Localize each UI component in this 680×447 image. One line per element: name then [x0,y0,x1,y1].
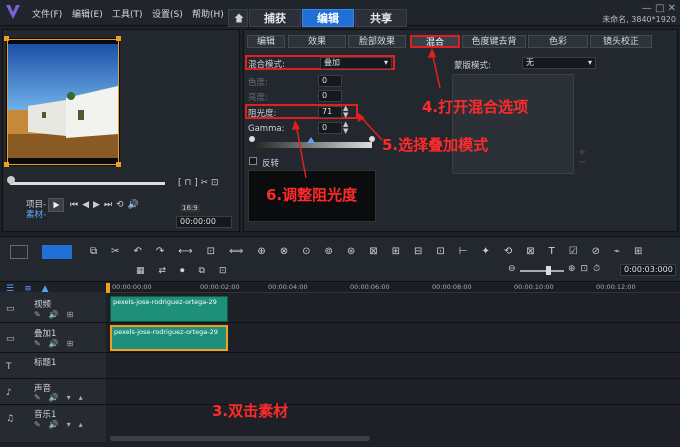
track-divider [0,404,680,405]
overlay-track-icon: ▭ [6,334,15,344]
video-clip[interactable]: pexels-jose-rodriguez-ortega-29 [110,296,228,322]
music-track-controls[interactable]: ✎🔊▾▴ [34,420,91,429]
timeline-timecode[interactable]: 0:00:03:000 [620,264,676,276]
storyboard-view-button[interactable] [10,245,28,259]
annotation-step3: 3.双击素材 [212,402,289,420]
track-name-title: 标题1 [34,358,57,368]
annotation-step4: 4.打开混合选项 [422,98,529,116]
ruler-tick: 00:00:10:00 [514,283,554,291]
clip-label: pexels-jose-rodriguez-ortega-29 [114,328,218,336]
voice-track-controls[interactable]: ✎🔊▾▴ [34,393,91,402]
video-track-controls[interactable]: ✎🔊⊞ [34,310,81,319]
voice-track-icon: ♪ [6,388,12,398]
track-name-overlay: 叠加1 [34,329,57,339]
track-divider [0,378,680,379]
timeline-toolbar [0,236,680,282]
secondary-tool-icons[interactable]: ▦⇄⏺⧉⊡ [136,266,241,276]
zoom-in-icon[interactable]: ⊕⊡⏱ [568,264,605,274]
ruler-tick: 00:00:00:00 [112,283,152,291]
ruler-tick: 00:00:06:00 [350,283,390,291]
ruler-tick: 00:00:12:00 [596,283,636,291]
track-divider [0,352,680,353]
playhead[interactable] [106,283,110,293]
overlay-track-controls[interactable]: ✎🔊⊞ [34,339,81,348]
zoom-slider-thumb[interactable] [546,266,551,275]
video-track-icon: ▭ [6,304,15,314]
music-track-icon: ♫ [6,414,15,424]
timeline-scrollbar[interactable] [110,436,370,441]
edit-tool-icons[interactable]: ⧉✂↶↷⟷⊡⟺⊕⊗⊙⊚⊛⊠⊞⊟⊡⊢✦⟲⊠T☑⊘⌁⊞ [90,246,656,257]
timeline-ruler[interactable] [106,283,680,293]
track-name-music: 音乐1 [34,410,57,420]
zoom-out-icon[interactable]: ⊖ [508,264,516,274]
annotation-step6: 6.调整阻光度 [266,186,358,204]
timeline-view-button[interactable] [42,245,72,259]
clip-label: pexels-jose-rodriguez-ortega-29 [113,298,217,306]
zoom-slider[interactable] [520,270,564,272]
ruler-tick: 00:00:04:00 [268,283,308,291]
track-name-video: 视频 [34,300,52,310]
ruler-tick: 00:00:08:00 [432,283,472,291]
annotation-step5: 5.选择叠加模式 [382,136,489,154]
ruler-tick: 00:00:02:00 [200,283,240,291]
overlay-clip[interactable]: pexels-jose-rodriguez-ortega-29 [110,325,228,351]
title-track-icon: T [6,362,12,372]
track-divider [0,322,680,323]
